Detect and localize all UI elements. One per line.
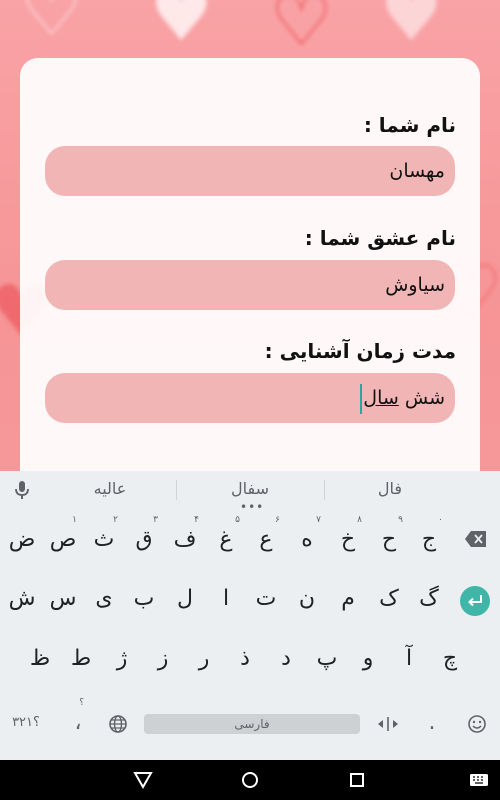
key-kaf[interactable]: ک [369, 577, 409, 621]
enter-button[interactable] [460, 586, 490, 616]
emoji-icon[interactable] [467, 714, 487, 734]
duration-label: مدت زمان آشنایی : [264, 339, 456, 363]
love-name-input[interactable]: سیاوش [45, 260, 455, 310]
key-sin[interactable]: س [43, 577, 83, 621]
key-zhe[interactable]: ژ [102, 637, 142, 681]
key-ta[interactable]: ط [61, 637, 101, 681]
key-jim[interactable]: ج۰ [409, 515, 449, 562]
key-dal[interactable]: د [266, 637, 306, 681]
key-he[interactable]: ه۷ [287, 515, 327, 562]
key-nun[interactable]: ن [287, 577, 327, 621]
key-alef[interactable]: ا [206, 577, 246, 621]
backspace-icon[interactable] [464, 530, 488, 548]
back-icon[interactable] [132, 770, 154, 790]
keyboard-switch-icon[interactable] [468, 770, 490, 790]
key-lam[interactable]: ل [165, 577, 205, 621]
more-suggestions-dots[interactable]: ••• [240, 500, 264, 514]
key-gaf[interactable]: گ [409, 577, 449, 621]
key-ze[interactable]: ز [143, 637, 183, 681]
suggestion-3[interactable]: عالیه [50, 479, 170, 498]
key-shin[interactable]: ش [2, 577, 42, 621]
text-cursor [360, 383, 363, 414]
suggestion-strip: فال سفال ••• عالیه [0, 471, 500, 514]
duration-value-composing: سال [363, 387, 399, 409]
suggestion-divider [176, 480, 177, 500]
space-bar[interactable]: فارسی [144, 714, 360, 734]
key-se[interactable]: ث۲ [84, 515, 124, 562]
key-te[interactable]: ت [246, 577, 286, 621]
comma-key[interactable]: ، ؟ [58, 698, 98, 745]
recents-icon[interactable] [346, 770, 368, 790]
heart-icon: ♡ [270, 0, 333, 62]
key-ghaf[interactable]: ق۳ [124, 515, 164, 562]
key-fe[interactable]: ف۴ [165, 515, 205, 562]
key-re[interactable]: ر [184, 637, 224, 681]
heart-icon: ♥ [150, 0, 213, 57]
duration-value-prefix: شش [398, 387, 445, 409]
suggestion-divider [324, 480, 325, 500]
period-key[interactable]: . [412, 701, 452, 745]
key-ghein[interactable]: غ۵ [206, 515, 246, 562]
key-alef-madda[interactable]: آ [389, 637, 429, 681]
love-name-label: نام عشق شما : [304, 226, 456, 250]
soft-keyboard: فال سفال ••• عالیه ج۰ ح۹ خ۸ ه۷ ع۶ غ۵ ف۴ … [0, 471, 500, 760]
enter-icon [468, 595, 482, 607]
key-zal[interactable]: ذ [225, 637, 265, 681]
cursor-move-icon[interactable] [376, 716, 400, 732]
key-pe[interactable]: پ [307, 637, 347, 681]
form-card: نام شما : مهسان نام عشق شما : سیاوش مدت … [20, 58, 480, 498]
your-name-label: نام شما : [363, 113, 456, 137]
microphone-icon[interactable] [12, 479, 32, 501]
navigation-bar [0, 760, 500, 800]
symbols-key[interactable]: ؟۳۲۱ [4, 701, 48, 745]
suggestion-2[interactable]: سفال [190, 479, 310, 498]
key-zad[interactable]: ض [2, 518, 42, 562]
key-za[interactable]: ظ [20, 637, 60, 681]
home-icon[interactable] [239, 770, 261, 790]
heart-icon: ♥ [380, 0, 443, 57]
key-ein[interactable]: ع۶ [246, 515, 286, 562]
key-sad[interactable]: ص۱ [43, 515, 83, 562]
key-mim[interactable]: م [328, 577, 368, 621]
your-name-input[interactable]: مهسان [45, 146, 455, 196]
suggestion-1[interactable]: فال [330, 479, 450, 498]
duration-input[interactable]: شش سال [45, 373, 455, 423]
key-he-jimi[interactable]: ح۹ [369, 515, 409, 562]
key-be[interactable]: ب [124, 577, 164, 621]
key-khe[interactable]: خ۸ [328, 515, 368, 562]
key-vav[interactable]: و [348, 637, 388, 681]
globe-icon[interactable] [108, 714, 128, 734]
key-ye[interactable]: ی [84, 577, 124, 621]
key-che[interactable]: چ [430, 637, 470, 681]
heart-icon: ♡ [20, 0, 83, 52]
